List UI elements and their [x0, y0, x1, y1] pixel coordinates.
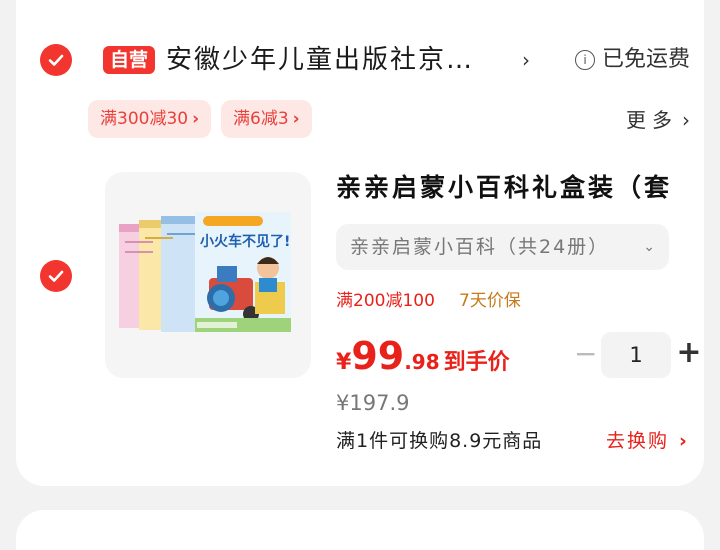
more-label: 更多	[626, 108, 678, 132]
quantity-input[interactable]: 1	[601, 332, 671, 378]
quantity-increase-button[interactable]: +	[676, 338, 702, 368]
product-thumbnail[interactable]: 小火车不见了!	[105, 172, 311, 378]
checkmark-icon	[48, 54, 64, 66]
variant-label: 亲亲启蒙小百科（共24册）	[350, 236, 610, 258]
exchange-offer-text: 满1件可换购8.9元商品	[336, 430, 543, 452]
chevron-right-icon: ›	[292, 109, 300, 129]
currency-symbol: ¥	[336, 350, 352, 375]
free-shipping-label: 已免运费	[602, 47, 691, 72]
store-name-link[interactable]: 安徽少年儿童出版社京…	[166, 42, 516, 78]
store-select-checkbox[interactable]	[40, 44, 72, 76]
checkmark-icon	[48, 270, 64, 282]
store-chevron-icon[interactable]: ›	[522, 48, 530, 72]
price-label: 到手价	[443, 350, 510, 375]
exchange-link[interactable]: 去换购 ›	[606, 426, 687, 456]
item-select-checkbox[interactable]	[40, 260, 72, 292]
chevron-right-icon: ›	[679, 430, 687, 452]
info-icon[interactable]: i	[575, 50, 595, 70]
variant-selector[interactable]: 亲亲启蒙小百科（共24册） ⌄	[336, 224, 669, 270]
more-coupons-button[interactable]: 更多 ›	[626, 104, 690, 136]
final-price: ¥99.98 到手价	[336, 334, 510, 378]
chevron-right-icon: ›	[682, 108, 690, 132]
price-integer: 99	[351, 334, 405, 378]
price-decimal: .98	[404, 350, 440, 374]
promo-discount-tag: 满200减100	[336, 291, 435, 311]
self-operated-badge: 自营	[103, 46, 156, 74]
next-store-card	[16, 510, 704, 550]
cover-title: 小火车不见了!	[200, 233, 290, 250]
chevron-down-icon: ⌄	[643, 239, 655, 255]
price-guarantee-tag: 7天价保	[459, 291, 521, 311]
coupon-chip[interactable]: 满300减30 ›	[88, 100, 212, 138]
product-title[interactable]: 亲亲启蒙小百科礼盒装（套	[336, 168, 681, 208]
coupon-chip[interactable]: 满6减3 ›	[221, 100, 312, 138]
coupon-label: 满6减3	[233, 109, 289, 129]
original-price: ¥197.9	[336, 391, 410, 415]
chevron-right-icon: ›	[192, 109, 200, 129]
exchange-link-label: 去换购	[606, 430, 670, 452]
coupon-label: 满300减30	[100, 109, 189, 129]
book-box-image: 小火车不见了!	[119, 212, 291, 332]
cart-store-card: 自营 安徽少年儿童出版社京… › i 已免运费 满300减30 › 满6减3 › 更…	[16, 0, 704, 486]
quantity-decrease-button[interactable]: −	[574, 340, 597, 368]
